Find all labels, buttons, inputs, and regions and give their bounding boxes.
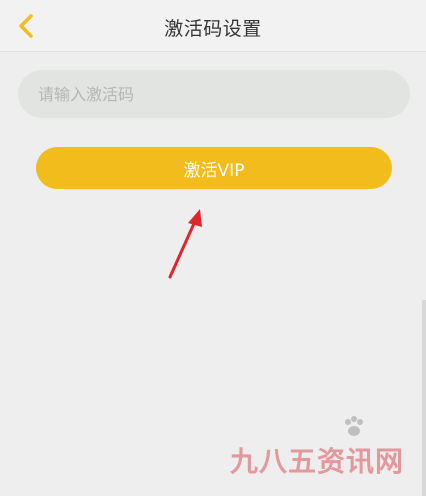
- activate-vip-button[interactable]: 激活VIP: [36, 147, 392, 189]
- page-title: 激活码设置: [164, 18, 262, 40]
- paw-icon: [345, 416, 363, 436]
- activation-code-field[interactable]: [18, 70, 410, 118]
- watermark-text: 九八五资讯网: [229, 445, 404, 478]
- red-arrow-icon: [168, 209, 202, 279]
- header-bar: 激活码设置: [0, 0, 426, 52]
- watermark: 九八五资讯网: [229, 416, 404, 480]
- edge-shadow: [422, 300, 426, 496]
- activation-code-input[interactable]: [18, 70, 410, 118]
